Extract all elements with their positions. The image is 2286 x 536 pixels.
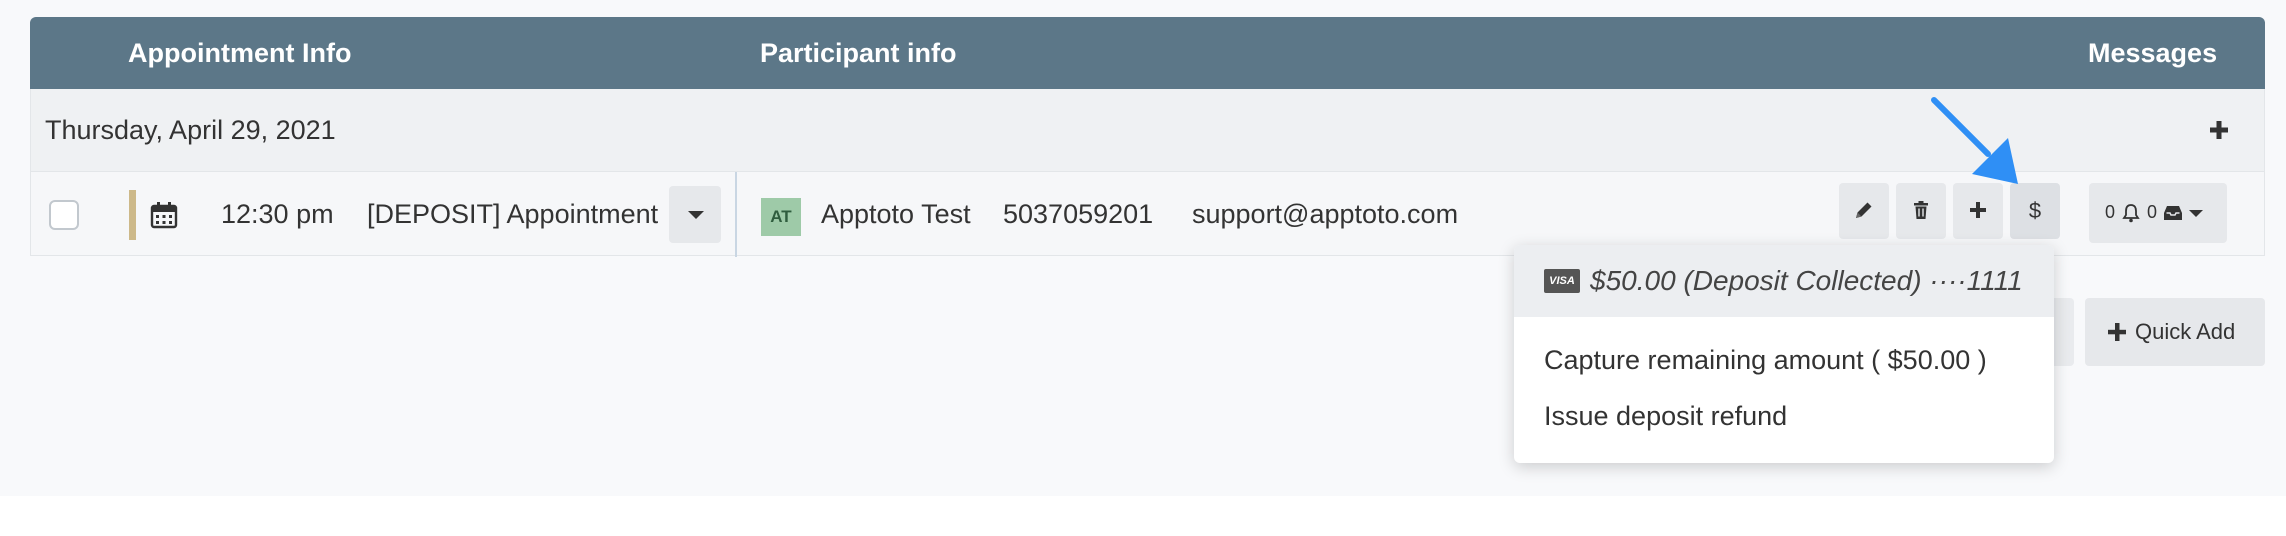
dollar-icon: $ — [2028, 198, 2042, 223]
edit-button[interactable] — [1839, 183, 1889, 239]
participant-email: support@apptoto.com — [1192, 199, 1459, 229]
payment-dropdown-menu: VISA $50.00 (Deposit Collected) ····1111… — [1514, 245, 2054, 463]
inbox-icon — [2164, 206, 2182, 220]
participant-info-header: Participant info — [760, 38, 957, 68]
date-group-label: Thursday, April 29, 2021 — [45, 115, 336, 145]
pencil-icon — [1856, 202, 1872, 218]
column-divider — [735, 172, 737, 257]
table-header: Appointment Info Participant info Messag… — [30, 17, 2265, 89]
appointment-info-header: Appointment Info — [128, 38, 352, 68]
appointments-view: Appointment Info Participant info Messag… — [0, 0, 2286, 496]
messages-dropdown-button[interactable]: 0 0 — [2089, 183, 2227, 243]
participant-avatar: AT — [761, 198, 801, 236]
caret-down-icon — [2189, 210, 2203, 217]
deposit-summary-text: $50.00 (Deposit Collected) ····1111 — [1590, 265, 2023, 296]
participant-phone: 5037059201 — [1003, 199, 1154, 229]
plus-icon — [1970, 202, 1986, 218]
row-select-checkbox[interactable] — [49, 200, 79, 230]
trash-icon — [1914, 201, 1928, 219]
add-appointment-button[interactable] — [2204, 115, 2234, 145]
issue-refund-menu-item[interactable]: Issue deposit refund — [1544, 401, 1787, 432]
bell-icon — [2122, 204, 2140, 223]
participant-name: Apptoto Test — [821, 199, 971, 229]
plus-icon — [2108, 323, 2126, 341]
appointment-color-bar — [129, 190, 136, 240]
appointment-options-dropdown-button[interactable] — [669, 186, 721, 243]
payment-summary: VISA $50.00 (Deposit Collected) ····1111 — [1514, 245, 2054, 317]
annotation-arrow-icon — [1931, 97, 2018, 184]
capture-remaining-menu-item[interactable]: Capture remaining amount ( $50.00 ) — [1544, 345, 1987, 376]
appointment-title: [DEPOSIT] Appointment — [367, 199, 659, 229]
appointment-time: 12:30 pm — [221, 199, 334, 229]
visa-card-icon: VISA — [1544, 269, 1580, 293]
quick-add-button[interactable]: Quick Add — [2085, 298, 2265, 366]
calendar-icon — [150, 202, 178, 229]
quick-add-label: Quick Add — [2135, 319, 2236, 344]
reminder-count: 0 — [2105, 202, 2116, 222]
inbox-count: 0 — [2147, 202, 2158, 222]
plus-icon — [2210, 121, 2228, 139]
messages-header: Messages — [2088, 38, 2218, 68]
